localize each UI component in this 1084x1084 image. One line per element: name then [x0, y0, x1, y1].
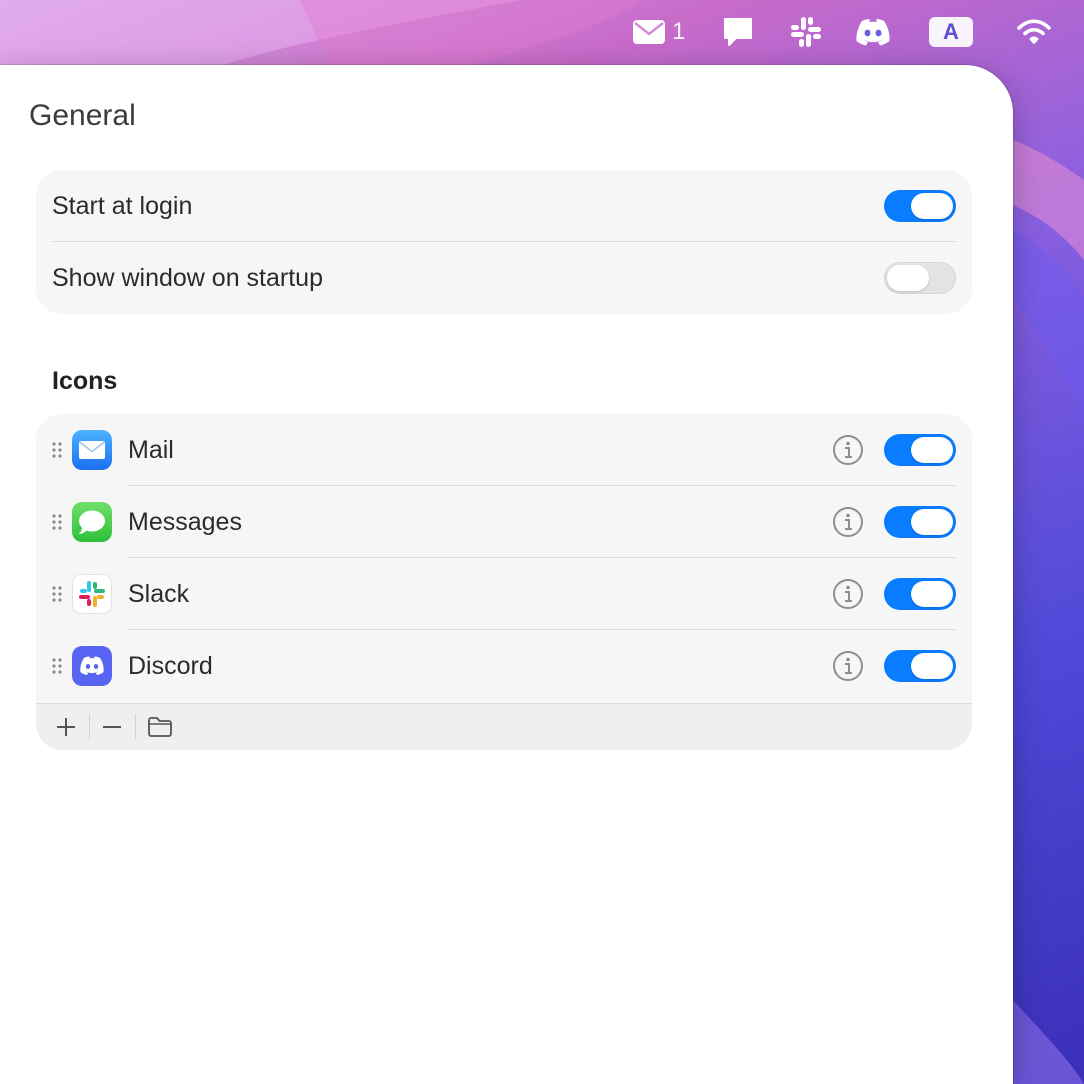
folder-icon [148, 717, 172, 737]
start-at-login-toggle[interactable] [884, 190, 956, 222]
setting-row-start-at-login: Start at login [36, 170, 972, 242]
remove-button[interactable] [89, 704, 135, 750]
toggle-knob [911, 437, 953, 463]
info-icon[interactable] [832, 578, 864, 610]
discord-enabled-toggle[interactable] [884, 650, 956, 682]
app-name-label: Mail [128, 435, 174, 464]
info-icon[interactable] [832, 506, 864, 538]
folder-button[interactable] [137, 704, 183, 750]
discord-app-icon [72, 646, 112, 686]
drag-handle-icon[interactable] [50, 584, 64, 604]
input-source-icon: A [929, 17, 973, 47]
toolbar-separator [135, 714, 136, 740]
list-item-messages[interactable]: Messages [36, 486, 972, 558]
mail-icon [633, 20, 665, 44]
app-name-label: Discord [128, 651, 213, 680]
setting-label: Show window on startup [52, 263, 323, 292]
mail-enabled-toggle[interactable] [884, 434, 956, 466]
info-icon[interactable] [832, 650, 864, 682]
list-item-mail[interactable]: Mail [36, 414, 972, 486]
menubar-input-source[interactable]: A [928, 14, 974, 50]
menu-bar: 1 A [0, 0, 1084, 64]
wifi-icon [1017, 19, 1051, 44]
toggle-knob [911, 509, 953, 535]
setting-row-show-window: Show window on startup [36, 242, 972, 314]
mail-unread-count: 1 [672, 18, 686, 45]
show-window-on-startup-toggle[interactable] [884, 262, 956, 294]
add-button[interactable] [43, 704, 89, 750]
plus-icon [57, 718, 75, 736]
app-name-label: Slack [128, 579, 190, 608]
slack-icon [791, 17, 821, 47]
menubar-messages-item[interactable] [720, 14, 756, 50]
icons-section-heading: Icons [52, 367, 118, 395]
toggle-knob [911, 193, 953, 219]
messages-enabled-toggle[interactable] [884, 506, 956, 538]
menubar-mail-item[interactable]: 1 [632, 14, 692, 50]
messages-icon [724, 18, 752, 46]
slack-app-icon [72, 574, 112, 614]
toggle-knob [887, 265, 929, 291]
settings-window: General Start at login Show window on st… [0, 65, 1013, 1084]
minus-icon [103, 726, 121, 728]
mail-app-icon [72, 430, 112, 470]
icons-list-group: Mail Messages Slack Discord [36, 414, 972, 750]
setting-label: Start at login [52, 191, 193, 220]
slack-enabled-toggle[interactable] [884, 578, 956, 610]
toggle-knob [911, 653, 953, 679]
toggle-knob [911, 581, 953, 607]
menubar-slack-item[interactable] [786, 14, 826, 50]
messages-app-icon [72, 502, 112, 542]
menubar-discord-item[interactable] [852, 14, 894, 50]
menubar-wifi-item[interactable] [1012, 14, 1056, 50]
list-item-slack[interactable]: Slack [36, 558, 972, 630]
list-item-discord[interactable]: Discord [36, 630, 972, 702]
list-footer-toolbar [36, 703, 972, 750]
info-icon[interactable] [832, 434, 864, 466]
app-name-label: Messages [128, 507, 242, 536]
drag-handle-icon[interactable] [50, 512, 64, 532]
discord-icon [856, 19, 890, 46]
drag-handle-icon[interactable] [50, 656, 64, 676]
page-title: General [29, 99, 136, 132]
drag-handle-icon[interactable] [50, 440, 64, 460]
general-settings-group: Start at login Show window on startup [36, 170, 972, 314]
